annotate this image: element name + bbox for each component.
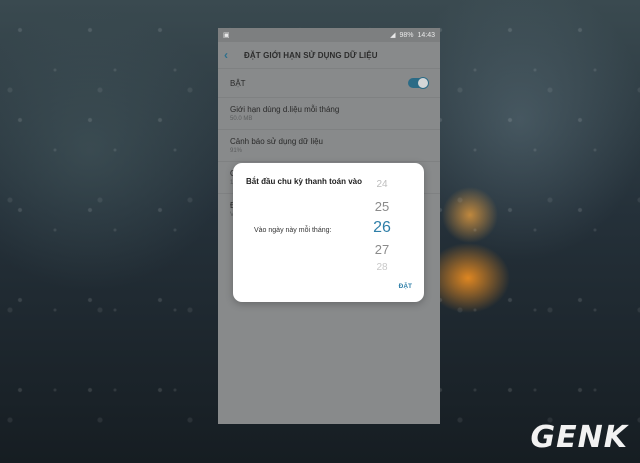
picker-option[interactable]: 24: [367, 179, 397, 192]
picker-option[interactable]: 25: [367, 199, 397, 214]
monthly-limit-value: 50.0 MB: [230, 116, 253, 122]
status-bar: ▣ ◢ 98% 14:43: [218, 28, 440, 42]
switch-label: BẬT: [230, 78, 246, 88]
clock: 14:43: [417, 31, 435, 39]
day-picker[interactable]: 24 25 26 27 28: [367, 179, 397, 272]
dialog-title: Bắt đầu chu kỳ thanh toán vào: [246, 177, 363, 186]
enable-toggle[interactable]: [408, 77, 429, 89]
signal-icon: ◢: [390, 32, 396, 39]
page-title: ĐẶT GIỚI HẠN SỬ DỤNG DỮ LIỆU: [244, 50, 378, 60]
day-label: Vào ngày này mỗi tháng:: [254, 227, 332, 234]
battery-level: 98%: [399, 31, 414, 39]
picker-option[interactable]: 27: [367, 242, 397, 257]
usage-warning-title: Cảnh báo sử dụng dữ liệu: [230, 137, 323, 146]
usage-warning-value: 91%: [230, 148, 243, 154]
billing-cycle-dialog: Bắt đầu chu kỳ thanh toán vào Vào ngày n…: [233, 163, 424, 302]
app-bar: ‹ ĐẶT GIỚI HẠN SỬ DỤNG DỮ LIỆU: [218, 42, 440, 68]
back-arrow-icon[interactable]: ‹: [224, 48, 244, 62]
monthly-limit-row[interactable]: Giới hạn dùng d.liệu mỗi tháng 50.0 MB: [218, 97, 440, 129]
picker-selected-option[interactable]: 26: [367, 219, 397, 237]
monthly-limit-title: Giới hạn dùng d.liệu mỗi tháng: [230, 105, 340, 114]
picker-option[interactable]: 28: [367, 262, 397, 272]
set-button[interactable]: ĐẶT: [399, 283, 412, 290]
genk-logo: GENK: [530, 420, 628, 455]
image-notification-icon: ▣: [223, 32, 230, 39]
enable-limit-row[interactable]: BẬT: [218, 68, 440, 97]
usage-warning-row[interactable]: Cảnh báo sử dụng dữ liệu 91%: [218, 129, 440, 161]
